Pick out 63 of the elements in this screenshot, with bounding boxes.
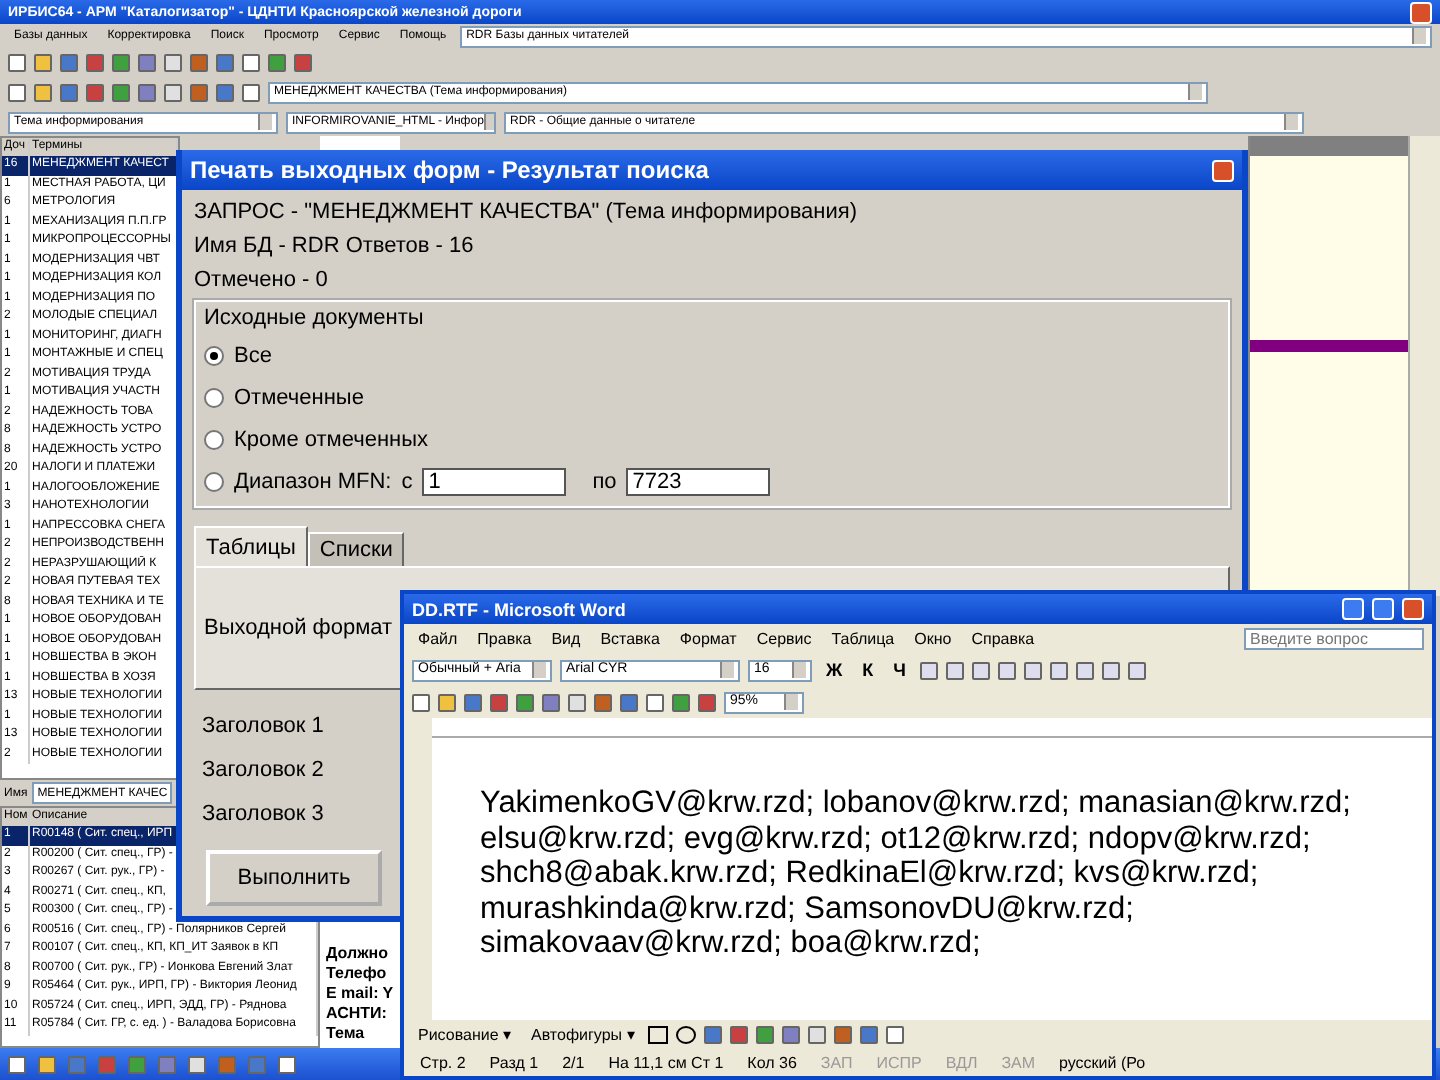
record-text: E mail: Y — [326, 984, 396, 1004]
status-text: Кол 36 — [745, 1054, 799, 1072]
status-text: русский (Ро — [1057, 1054, 1148, 1072]
info-text: ЗАПРОС - "МЕНЕДЖМЕНТ КАЧЕСТВА" (Тема информирования) — [194, 198, 858, 226]
run-button[interactable]: Выполнить — [206, 850, 382, 906]
tab[interactable]: Списки — [307, 532, 405, 566]
format-label: Выходной формат — [204, 616, 393, 640]
input-field[interactable]: 1 — [422, 468, 567, 496]
record-text: Должно — [326, 944, 390, 964]
status-text: Стр. 2 — [418, 1054, 468, 1072]
radio-button[interactable] — [204, 346, 224, 366]
menu-item[interactable]: Справка — [965, 630, 1041, 648]
menu-item[interactable]: Окно — [908, 630, 958, 648]
menu-item[interactable]: Вид — [545, 630, 587, 648]
record-text: Тема — [326, 1024, 367, 1044]
status-text: ИСПР — [874, 1054, 924, 1072]
status-text: 2/1 — [560, 1054, 587, 1072]
menu-item[interactable]: Формат — [673, 630, 743, 648]
info-text: Отмечено - 0 — [194, 266, 328, 294]
word-title: DD.RTF - Microsoft Word — [412, 599, 628, 619]
input-field[interactable]: 7723 — [626, 468, 771, 496]
maximize-icon[interactable] — [1372, 598, 1394, 620]
option-label: Диапазон MFN: — [234, 470, 392, 494]
status-text: ЗАМ — [999, 1054, 1038, 1072]
heading-label: Заголовок 2 — [200, 756, 324, 786]
scrollbar[interactable] — [1408, 136, 1440, 596]
from-label: с — [401, 470, 413, 494]
record-text: Телефо — [326, 964, 389, 984]
format-button[interactable]: Ж — [820, 660, 849, 680]
radio-button[interactable] — [204, 388, 224, 408]
close-icon[interactable] — [1410, 1, 1432, 23]
radio-button[interactable] — [204, 430, 224, 450]
close-icon[interactable] — [1402, 598, 1424, 620]
help-field[interactable]: Введите вопрос — [1244, 628, 1424, 650]
toolbar-menu[interactable]: Рисование ▾ — [412, 1026, 518, 1044]
option-label: Все — [234, 344, 272, 368]
rectangle-icon[interactable] — [648, 1026, 669, 1044]
heading-label: Заголовок 1 — [200, 712, 324, 742]
format-button[interactable]: Ч — [887, 660, 912, 680]
record-text: АСНТИ: — [326, 1004, 389, 1024]
format-button[interactable]: К — [856, 660, 880, 680]
status-text: ВДЛ — [943, 1054, 980, 1072]
menu-item[interactable]: Вставка — [594, 630, 666, 648]
oval-icon[interactable] — [676, 1026, 697, 1044]
info-text: Имя БД - RDR Ответов - 16 — [194, 232, 474, 260]
group-title: Исходные документы — [204, 306, 426, 330]
minimize-icon[interactable] — [1342, 598, 1364, 620]
menu-item[interactable]: Таблица — [825, 630, 901, 648]
menu-item[interactable]: Правка — [471, 630, 538, 648]
option-label: Отмеченные — [234, 386, 364, 410]
menu-item[interactable]: Файл — [412, 630, 464, 648]
status-text: Разд 1 — [487, 1054, 541, 1072]
option-label: Кроме отмеченных — [234, 428, 429, 452]
to-label: по — [592, 470, 617, 494]
status-text: ЗАП — [818, 1054, 855, 1072]
status-text: На 11,1 см Ст 1 — [606, 1054, 726, 1072]
document-text: YakimenkoGV@krw.rzd; lobanov@krw.rzd; manasian@krw.rzd; elsu@krw.rzd; evg@krw.rzd; ot12@krw.rzd; ndopv@krw.rzd; shch8@abak.krw.rzd; RedkinaEl@krw.rzd; kvs@krw.rzd; murashkinda@krw.rzd; SamsonovDU@krw.rzd; simakovaav@krw.rzd; boa@krw.rzd; — [480, 786, 1353, 961]
menu-item[interactable]: Сервис — [750, 630, 818, 648]
radio-button[interactable] — [204, 472, 224, 492]
tab[interactable]: Таблицы — [194, 526, 308, 566]
dialog-title: Печать выходных форм - Результат поиска — [190, 156, 711, 184]
toolbar-menu[interactable]: Автофигуры ▾ — [525, 1026, 641, 1044]
close-icon[interactable] — [1212, 159, 1234, 181]
